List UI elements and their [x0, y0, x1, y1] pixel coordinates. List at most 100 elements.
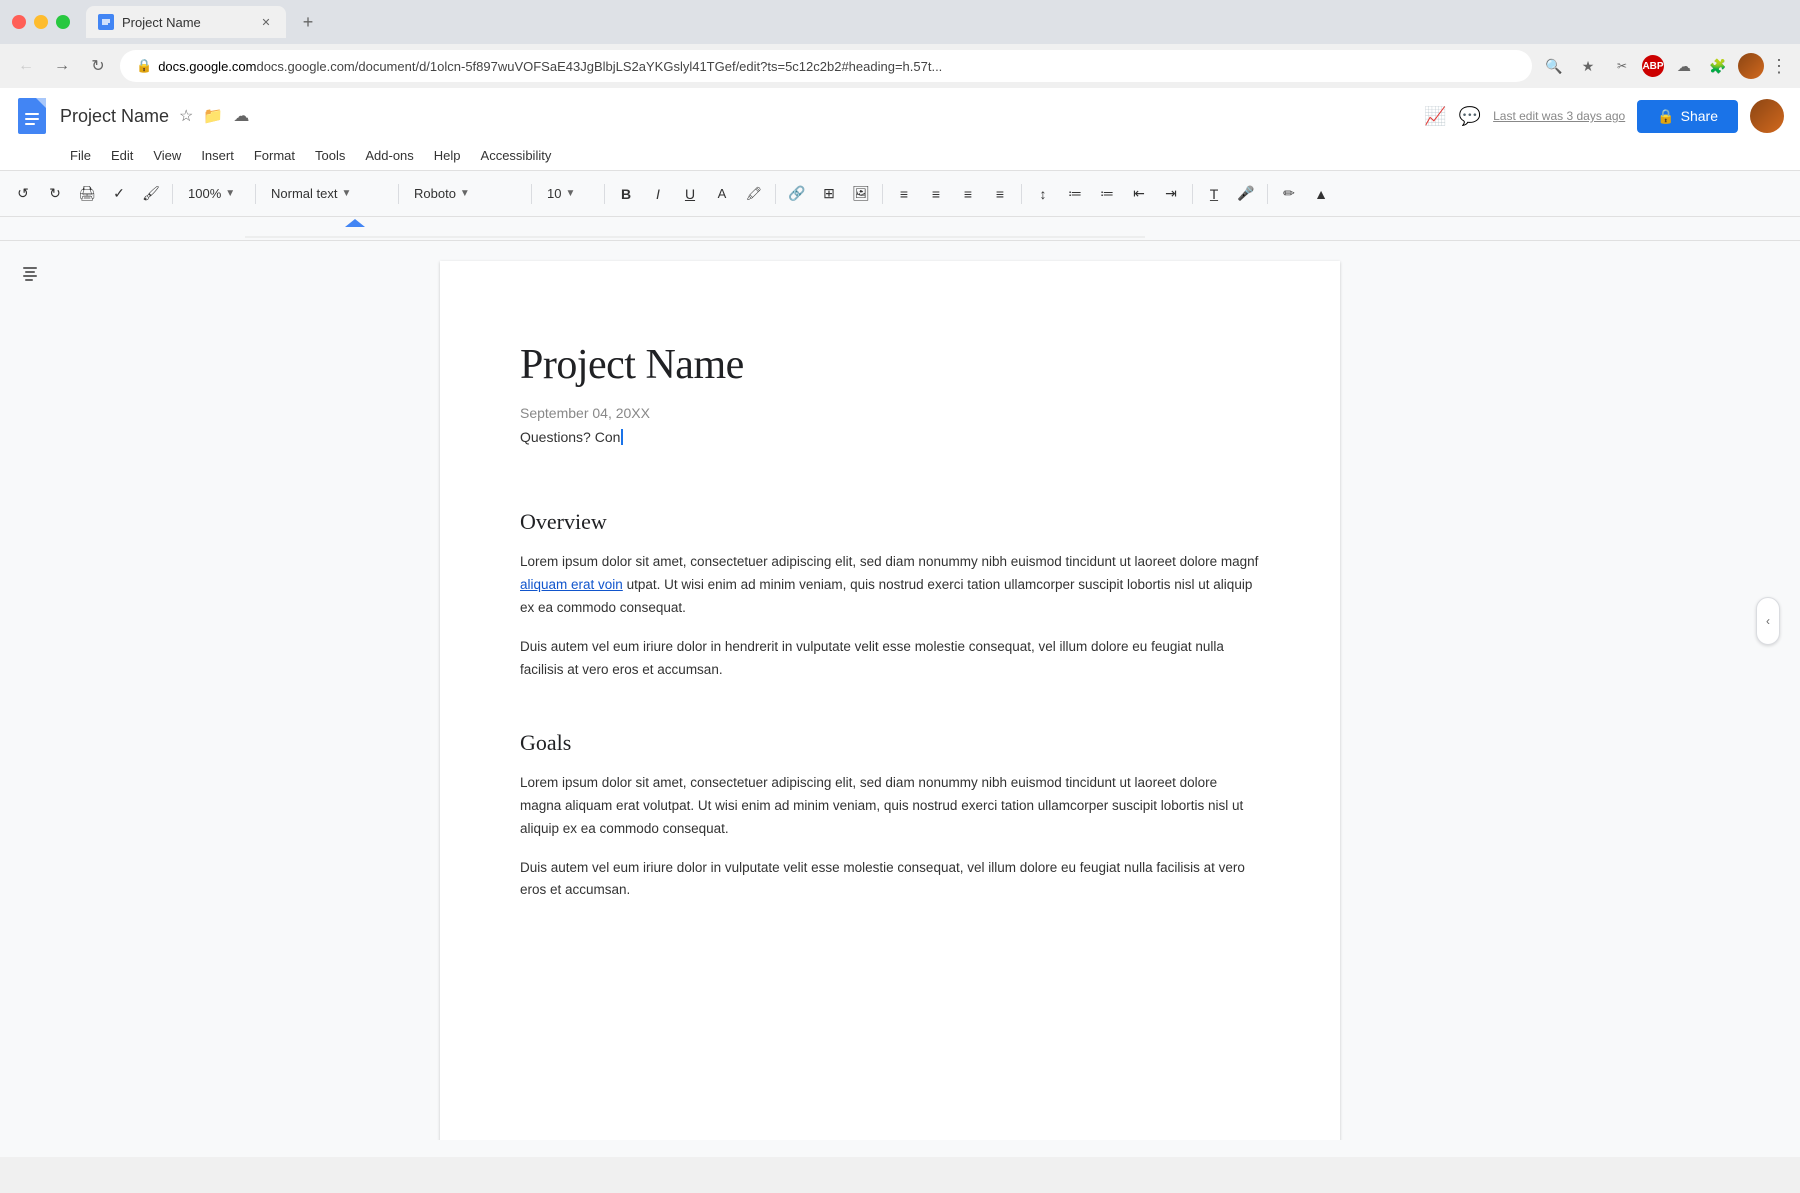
align-right-button[interactable]: ≡	[953, 180, 983, 208]
close-button[interactable]	[12, 15, 26, 29]
more-options-button[interactable]: ✏	[1274, 180, 1304, 208]
menu-insert[interactable]: Insert	[193, 144, 242, 167]
forward-button[interactable]: →	[48, 52, 76, 80]
voice-input-button[interactable]: 🎤	[1231, 180, 1261, 208]
questions-text: Questions? Con	[520, 429, 620, 445]
overview-paragraph-1: Lorem ipsum dolor sit amet, consectetuer…	[520, 551, 1260, 620]
menu-accessibility[interactable]: Accessibility	[473, 144, 560, 167]
doc-title-header[interactable]: Project Name	[60, 106, 169, 127]
docs-header-right: 📈 💬 Last edit was 3 days ago 🔒 Share	[1424, 99, 1784, 133]
folder-icon[interactable]: 📁	[201, 104, 225, 128]
print-button[interactable]: 🖨	[72, 180, 102, 208]
menu-help[interactable]: Help	[426, 144, 469, 167]
insert-image-button[interactable]: ⊞	[814, 180, 844, 208]
doc-right-sidebar	[1720, 241, 1800, 1140]
cloud-icon[interactable]: ☁	[1670, 52, 1698, 80]
share-button-label: Share	[1681, 108, 1718, 124]
search-icon[interactable]: 🔍	[1540, 52, 1568, 80]
section-heading-overview[interactable]: Overview	[520, 509, 1260, 535]
overview-link[interactable]: aliquam erat voin	[520, 577, 623, 592]
title-bar: Project Name ✕ +	[0, 0, 1800, 44]
comment-icon[interactable]: 💬	[1459, 106, 1481, 127]
font-size-value: 10	[547, 186, 561, 201]
font-dropdown[interactable]: Roboto ▼	[405, 180, 525, 208]
collapse-panel-button[interactable]: ‹	[1756, 597, 1780, 645]
zoom-value: 100%	[188, 186, 221, 201]
menu-addons[interactable]: Add-ons	[357, 144, 421, 167]
browser-tab[interactable]: Project Name ✕	[86, 6, 286, 38]
undo-button[interactable]: ↺	[8, 180, 38, 208]
document-questions-line[interactable]: Questions? Con	[520, 429, 1260, 445]
cut-icon[interactable]: ✂	[1608, 52, 1636, 80]
browser-profile-avatar[interactable]	[1738, 53, 1764, 79]
extensions-icon[interactable]: 🧩	[1704, 52, 1732, 80]
ruler	[0, 217, 1800, 241]
italic-button[interactable]: I	[643, 180, 673, 208]
user-avatar[interactable]	[1750, 99, 1784, 133]
share-button[interactable]: 🔒 Share	[1637, 100, 1738, 133]
docs-title-row: Project Name ☆ 📁 ☁ 📈 💬 Last edit was 3 d…	[16, 96, 1784, 136]
bold-button[interactable]: B	[611, 180, 641, 208]
toolbar-separator-9	[1192, 184, 1193, 204]
bookmark-icon[interactable]: ★	[1574, 52, 1602, 80]
toolbar-separator-8	[1021, 184, 1022, 204]
browser-menu-button[interactable]: ⋮	[1770, 56, 1788, 77]
new-tab-button[interactable]: +	[294, 8, 322, 36]
link-button[interactable]: 🔗	[782, 180, 812, 208]
align-left-button[interactable]: ≡	[889, 180, 919, 208]
clear-formatting-button[interactable]: T̲	[1199, 180, 1229, 208]
overview-text-before-link: Lorem ipsum dolor sit amet, consectetuer…	[520, 554, 1258, 569]
section-gap-2	[520, 698, 1260, 722]
trending-icon[interactable]: 📈	[1424, 106, 1446, 127]
align-center-button[interactable]: ≡	[921, 180, 951, 208]
redo-button[interactable]: ↻	[40, 180, 70, 208]
font-dropdown-arrow: ▼	[460, 188, 470, 199]
star-icon[interactable]: ☆	[177, 104, 195, 128]
paint-format-button[interactable]: 🖌	[136, 180, 166, 208]
share-lock-icon: 🔒	[1657, 108, 1674, 125]
line-spacing-button[interactable]: ↕	[1028, 180, 1058, 208]
bulleted-list-button[interactable]: ≔	[1092, 180, 1122, 208]
font-size-dropdown[interactable]: 10 ▼	[538, 180, 598, 208]
toolbar-separator-2	[255, 184, 256, 204]
maximize-button[interactable]	[56, 15, 70, 29]
underline-button[interactable]: U	[675, 180, 705, 208]
menu-file[interactable]: File	[62, 144, 99, 167]
doc-sidebar	[0, 241, 60, 1140]
style-dropdown[interactable]: Normal text ▼	[262, 180, 392, 208]
cloud-status-icon[interactable]: ☁	[231, 104, 251, 128]
url-bar[interactable]: 🔒 docs.google.comdocs.google.com/documen…	[120, 50, 1532, 82]
highlight-button[interactable]: 🖍	[739, 180, 769, 208]
document-title[interactable]: Project Name	[520, 341, 1260, 389]
increase-indent-button[interactable]: ⇥	[1156, 180, 1186, 208]
zoom-dropdown[interactable]: 100% ▼	[179, 180, 249, 208]
last-edit-text[interactable]: Last edit was 3 days ago	[1493, 109, 1625, 123]
tab-close-button[interactable]: ✕	[258, 14, 274, 30]
font-value: Roboto	[414, 186, 456, 201]
section-gap-1	[520, 477, 1260, 501]
back-button[interactable]: ←	[12, 52, 40, 80]
docs-logo-icon	[18, 98, 46, 134]
menu-tools[interactable]: Tools	[307, 144, 353, 167]
collapse-toolbar-button[interactable]: ▲	[1306, 180, 1336, 208]
docs-app: Project Name ☆ 📁 ☁ 📈 💬 Last edit was 3 d…	[0, 88, 1800, 1157]
doc-main: Project Name September 04, 20XX Question…	[60, 241, 1720, 1140]
browser-toolbar-icons: 🔍 ★ ✂ ABP ☁ 🧩 ⋮	[1540, 52, 1788, 80]
numbered-list-button[interactable]: ≔	[1060, 180, 1090, 208]
refresh-button[interactable]: ↻	[84, 52, 112, 80]
menu-view[interactable]: View	[145, 144, 189, 167]
menu-format[interactable]: Format	[246, 144, 303, 167]
justify-button[interactable]: ≡	[985, 180, 1015, 208]
toolbar-separator-5	[604, 184, 605, 204]
overview-text-after-link: utpat. Ut wisi enim ad minim veniam, qui…	[520, 577, 1252, 615]
insert-image-dropdown[interactable]: 🖼	[846, 180, 876, 208]
decrease-indent-button[interactable]: ⇤	[1124, 180, 1154, 208]
spellcheck-button[interactable]: ✓	[104, 180, 134, 208]
adblock-icon[interactable]: ABP	[1642, 55, 1664, 77]
section-heading-goals[interactable]: Goals	[520, 730, 1260, 756]
outline-icon[interactable]	[18, 261, 42, 285]
minimize-button[interactable]	[34, 15, 48, 29]
text-color-button[interactable]: A	[707, 180, 737, 208]
menu-edit[interactable]: Edit	[103, 144, 141, 167]
docs-menu-bar: File Edit View Insert Format Tools Add-o…	[16, 140, 1784, 170]
